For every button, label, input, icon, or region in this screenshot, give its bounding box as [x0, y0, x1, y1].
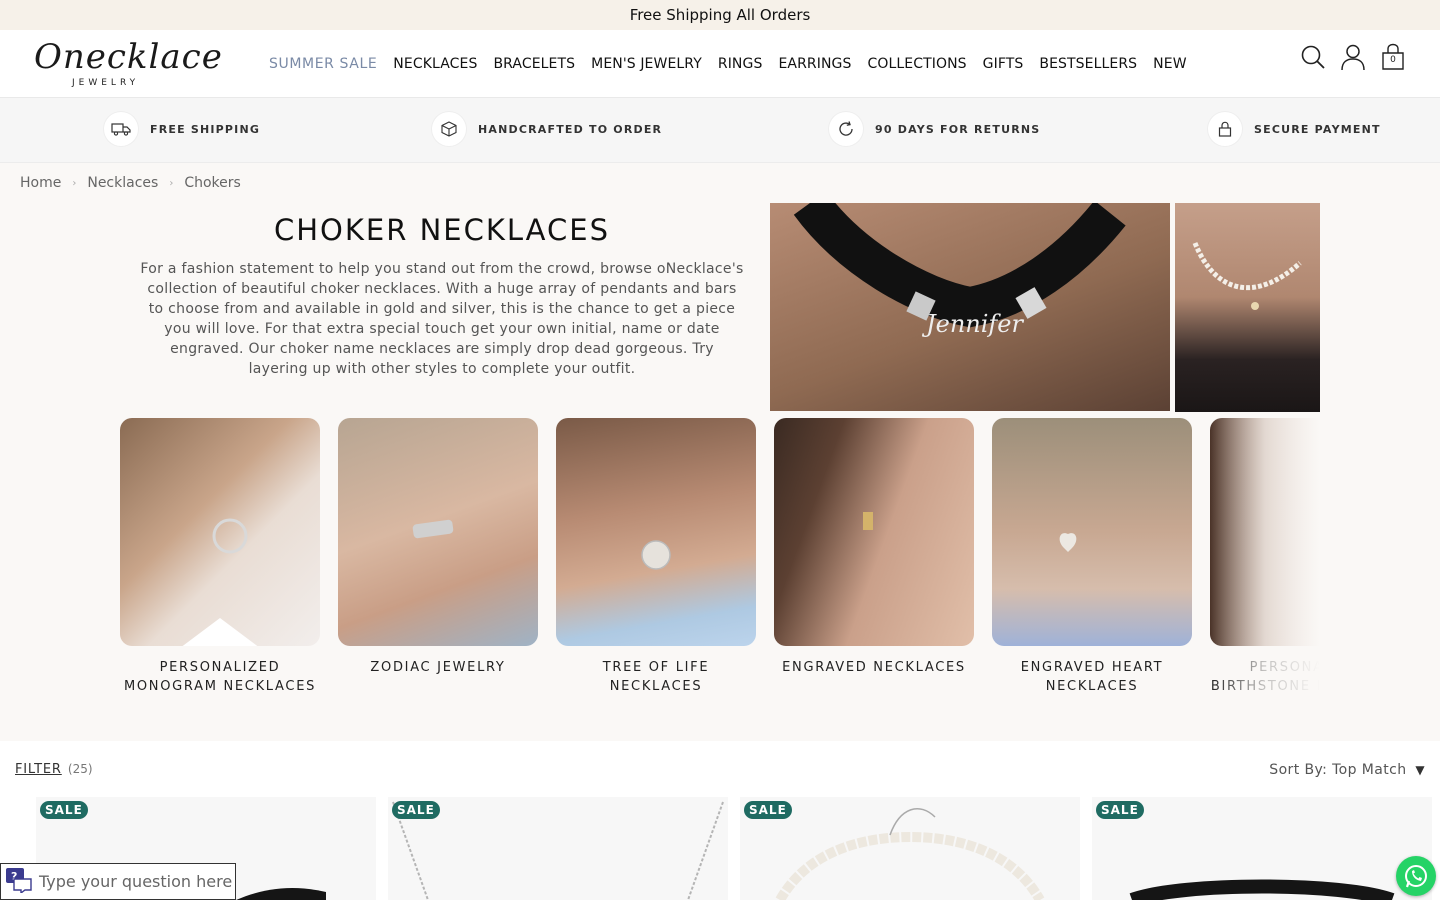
category-image: [1210, 418, 1320, 646]
chat-bubble-icon: ?: [5, 867, 33, 897]
usp-item-secure-payment: SECURE PAYMENT: [1208, 112, 1381, 146]
usp-item-returns: 90 DAYS FOR RETURNS: [829, 112, 1040, 146]
brand-logo-subtitle: JEWELRY: [72, 78, 140, 88]
category-card-tree-of-life[interactable]: TREE OF LIFE NECKLACES: [556, 418, 756, 696]
hero-image-name-choker: Jennifer: [770, 203, 1170, 411]
nav-item-mens-jewelry[interactable]: MEN'S JEWELRY: [583, 56, 710, 72]
category-label: ENGRAVED NECKLACES: [782, 660, 966, 675]
nav-item-gifts[interactable]: GIFTS: [975, 56, 1032, 72]
usp-label: HANDCRAFTED TO ORDER: [478, 122, 663, 136]
sale-badge: SALE: [744, 801, 792, 819]
usp-bar: FREE SHIPPING HANDCRAFTED TO ORDER 90 DA…: [0, 98, 1440, 163]
sale-badge: SALE: [1096, 801, 1144, 819]
category-label: ENGRAVED HEART NECKLACES: [1020, 660, 1164, 694]
sale-badge: SALE: [40, 801, 88, 819]
whatsapp-icon[interactable]: [1396, 856, 1436, 896]
breadcrumb-current: Chokers: [184, 175, 241, 191]
category-hero-section: Home › Necklaces › Chokers CHOKER NECKLA…: [0, 163, 1440, 741]
hero-image-pearl-choker: [1175, 203, 1320, 412]
nav-item-bestsellers[interactable]: BESTSELLERS: [1031, 56, 1145, 72]
brand-logo[interactable]: Onecklace JEWELRY: [34, 36, 222, 92]
filter-button[interactable]: FILTER (25): [15, 762, 93, 777]
brand-logo-script: Onecklace: [34, 37, 223, 77]
site-header: Onecklace JEWELRY SUMMER SALE NECKLACES …: [0, 30, 1440, 98]
category-label: TREE OF LIFE NECKLACES: [602, 660, 710, 694]
sort-value: Top Match: [1332, 762, 1407, 778]
header-actions: 0: [1300, 42, 1406, 72]
question-input[interactable]: Type your question here: [39, 872, 232, 891]
category-image: [120, 418, 320, 646]
product-card[interactable]: SALE: [740, 797, 1080, 900]
sort-label: Sort By:: [1269, 762, 1328, 778]
category-image: [338, 418, 538, 646]
category-image: [774, 418, 974, 646]
nav-item-rings[interactable]: RINGS: [710, 56, 771, 72]
ask-question-widget[interactable]: ? Type your question here: [0, 863, 236, 900]
breadcrumb-necklaces[interactable]: Necklaces: [87, 175, 158, 191]
usp-item-handcrafted: HANDCRAFTED TO ORDER: [432, 112, 662, 146]
nav-item-bracelets[interactable]: BRACELETS: [485, 56, 583, 72]
category-card-birthstone[interactable]: PERSONALIZED BIRTHSTONE NECKLACES: [1210, 418, 1320, 696]
usp-label: 90 DAYS FOR RETURNS: [875, 122, 1041, 136]
truck-icon: [104, 112, 138, 146]
cart-icon[interactable]: 0: [1380, 42, 1406, 72]
product-card[interactable]: SALE: [1092, 797, 1432, 900]
product-card[interactable]: SALE: [388, 797, 728, 900]
filter-count: (25): [67, 762, 93, 776]
sale-badge: SALE: [392, 801, 440, 819]
search-icon[interactable]: [1300, 42, 1326, 72]
breadcrumb-chevron-icon: ›: [72, 177, 77, 189]
page-description: For a fashion statement to help you stan…: [140, 261, 744, 377]
nav-item-new[interactable]: NEW: [1145, 56, 1194, 72]
category-card-engraved[interactable]: ENGRAVED NECKLACES: [774, 418, 974, 677]
nav-item-collections[interactable]: COLLECTIONS: [859, 56, 974, 72]
cart-count: 0: [1390, 55, 1396, 65]
usp-item-shipping: FREE SHIPPING: [104, 112, 260, 146]
account-icon[interactable]: [1340, 42, 1366, 72]
caret-down-icon: ▼: [1415, 763, 1425, 777]
category-label: PERSONALIZED MONOGRAM NECKLACES: [123, 660, 317, 694]
usp-label: SECURE PAYMENT: [1254, 122, 1381, 136]
breadcrumb: Home › Necklaces › Chokers: [20, 175, 241, 191]
box-icon: [432, 112, 466, 146]
category-carousel: PERSONALIZED MONOGRAM NECKLACES ZODIAC J…: [120, 418, 1320, 718]
breadcrumb-chevron-icon: ›: [169, 177, 174, 189]
refresh-icon: [829, 112, 863, 146]
hero-engraving: Jennifer: [921, 310, 1025, 338]
listing-toolbar: FILTER (25) Sort By: Top Match ▼: [0, 762, 1440, 782]
lock-icon: [1208, 112, 1242, 146]
category-card-monogram[interactable]: PERSONALIZED MONOGRAM NECKLACES: [120, 418, 320, 696]
category-image: [556, 418, 756, 646]
category-card-zodiac[interactable]: ZODIAC JEWELRY: [338, 418, 538, 677]
main-nav: SUMMER SALE NECKLACES BRACELETS MEN'S JE…: [261, 30, 1195, 98]
page-title: CHOKER NECKLACES: [273, 213, 610, 247]
usp-label: FREE SHIPPING: [150, 122, 261, 136]
category-image: [992, 418, 1192, 646]
announcement-bar: Free Shipping All Orders: [0, 0, 1440, 30]
nav-item-earrings[interactable]: EARRINGS: [770, 56, 859, 72]
category-label: PERSONALIZED BIRTHSTONE NECKLACES: [1210, 660, 1320, 694]
nav-item-summer-sale[interactable]: SUMMER SALE: [261, 56, 385, 72]
nav-item-necklaces[interactable]: NECKLACES: [385, 56, 485, 72]
sort-select[interactable]: Sort By: Top Match ▼: [1269, 762, 1425, 778]
announcement-text: Free Shipping All Orders: [629, 6, 811, 24]
breadcrumb-home[interactable]: Home: [20, 175, 61, 191]
category-label: ZODIAC JEWELRY: [370, 660, 506, 675]
filter-label[interactable]: FILTER: [15, 762, 62, 777]
category-card-engraved-heart[interactable]: ENGRAVED HEART NECKLACES: [992, 418, 1192, 696]
